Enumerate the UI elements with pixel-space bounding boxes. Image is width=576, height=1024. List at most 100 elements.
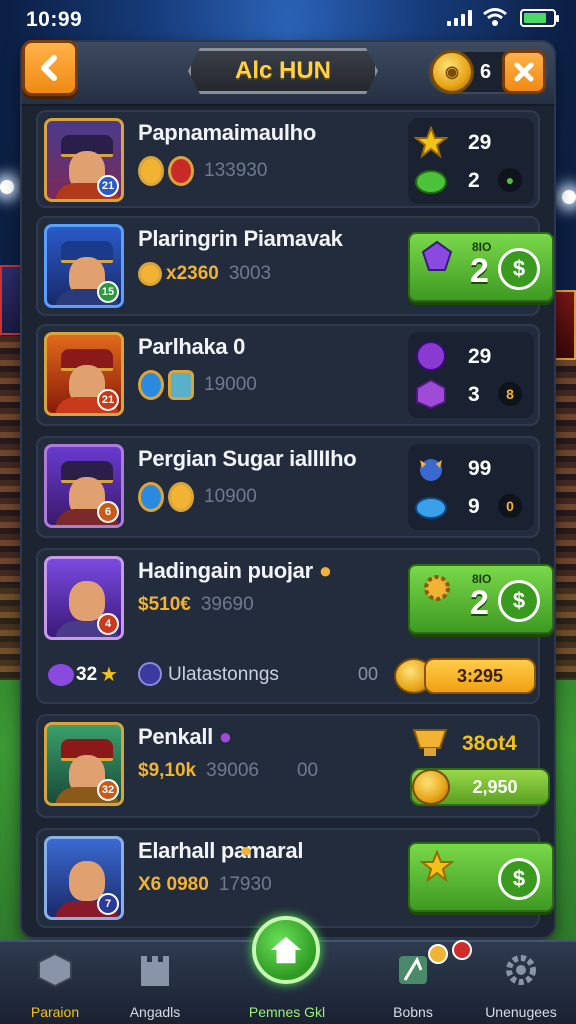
back-button[interactable] [22, 40, 78, 96]
claim-button[interactable]: 8IO 2 $ [408, 564, 554, 634]
buy-button[interactable]: 2,950 [410, 768, 550, 806]
reward-value: $510€ [138, 594, 191, 615]
dollar-icon: $ [498, 858, 540, 900]
player-sub: 133930 [138, 156, 267, 186]
gem-purple-icon [48, 664, 74, 686]
score-value: 10900 [204, 486, 257, 507]
stat-value: 3 [468, 383, 480, 406]
nav-item-paraion[interactable]: Paraion [0, 950, 110, 1022]
list-item[interactable]: 15 Plaringrin Piamavak x2360 3003 8IO 2 … [36, 216, 554, 316]
page-title: Alc HUN [234, 57, 331, 84]
star-icon: ★ [100, 664, 118, 686]
avatar: 4 [44, 556, 124, 640]
nav-item-unenugees[interactable]: Unenugees [466, 950, 576, 1022]
stat-value: 38ot4 [462, 732, 517, 755]
avatar: 21 [44, 118, 124, 202]
coin-count: 6 [480, 61, 492, 83]
claim-button[interactable]: $ [408, 842, 554, 912]
dollar-icon: $ [498, 580, 540, 622]
buy-button[interactable]: 3:295 [424, 658, 536, 694]
list-item[interactable]: 4 Hadingain puojar ● $510€ 39690 8IO 2 $… [36, 548, 554, 704]
cell-signal-icon [447, 10, 472, 26]
extra-label: Ulatastonngs [168, 664, 279, 685]
score-value: 17930 [218, 874, 272, 895]
list-item[interactable]: 32 Penkall ● $9,10k 39006 00 38ot4 2,950 [36, 714, 550, 818]
player-name: Parlhaka 0 [138, 334, 246, 359]
list-item[interactable]: 7 Elarhall pamaral ● X6 0980 17930 $ [36, 828, 554, 928]
info-badge[interactable]: 8 [498, 382, 522, 406]
reward-value: $9,10k [138, 760, 197, 781]
avatar: 21 [44, 332, 124, 416]
player-name: Penkall ● [138, 724, 232, 749]
orb-icon [138, 662, 162, 686]
info-badge[interactable]: ● [498, 168, 522, 192]
close-icon [514, 62, 534, 82]
cube-purple-icon [416, 378, 446, 410]
star-icon [414, 126, 448, 158]
medal-icon [168, 482, 194, 512]
medal-icon [138, 156, 164, 186]
castle-icon [141, 956, 169, 986]
coin-icon: ● [240, 840, 253, 862]
nav-item-bobns[interactable]: Bobns [358, 940, 472, 1022]
score-value: 39006 [206, 760, 259, 781]
dollar-icon: $ [498, 248, 540, 290]
claim-count: 2 [470, 584, 489, 622]
player-sub: 10900 [138, 482, 257, 512]
flag-icon [399, 956, 427, 984]
gear-icon [506, 955, 536, 985]
nav-label: Unenugees [485, 1004, 557, 1020]
creature-icon [420, 459, 442, 481]
avatar: 6 [44, 444, 124, 528]
stat-value: 29 [468, 345, 492, 368]
coin-icon: ● [318, 558, 332, 583]
stats-box: 29 3 8 [408, 332, 534, 418]
score-value: 133930 [204, 160, 268, 181]
player-name: Hadingain puojar ● [138, 558, 332, 583]
nav-item-angadls[interactable]: Angadls [100, 950, 210, 1022]
panel-header: Alc HUN ◉ 6 [22, 40, 554, 106]
title-plate: Alc HUN [188, 48, 378, 94]
stats-box: 99 9 0 [408, 444, 534, 530]
extra-count: 32 [76, 664, 98, 685]
player-sub: 19000 [138, 370, 257, 400]
wifi-icon [483, 8, 507, 26]
coin-icon: ◉ [430, 50, 474, 94]
chevron-left-icon [41, 55, 57, 81]
coin-balance: ◉ 6 [428, 50, 548, 94]
nav-label: Bobns [393, 1004, 433, 1020]
list-item[interactable]: 21 Papnamaimaulho 133930 29 2 ● [36, 110, 540, 208]
player-name: Papnamaimaulho [138, 120, 316, 145]
star-icon [420, 850, 454, 882]
avatar: 7 [44, 836, 124, 920]
close-button[interactable] [502, 50, 546, 94]
player-name: Elarhall pamaral [138, 838, 304, 863]
medal-icon [168, 156, 194, 186]
list-item[interactable]: 21 Parlhaka 0 19000 29 3 8 [36, 324, 540, 426]
info-badge[interactable]: 0 [498, 494, 522, 518]
stadium-light-icon [0, 180, 14, 194]
badge-icon [168, 370, 194, 400]
medal-icon [138, 482, 164, 512]
extra-mid: 00 [296, 760, 319, 781]
avatar: 32 [44, 722, 124, 806]
nav-label: Pemnes Gkl [248, 1004, 326, 1020]
player-name: Plaringrin Piamavak [138, 226, 343, 251]
battery-icon [520, 9, 559, 27]
claim-count: 2 [470, 252, 489, 290]
orb-purple-icon [416, 341, 446, 371]
stat-value: 29 [468, 131, 492, 154]
stat-value: 2 [468, 169, 480, 192]
claim-button[interactable]: 8IO 2 $ [408, 232, 554, 302]
stadium-light-icon [562, 190, 576, 204]
score-value: 19000 [204, 374, 257, 395]
nav-label: Paraion [30, 1004, 80, 1020]
player-sub: X6 0980 17930 [138, 874, 272, 896]
home-button[interactable] [252, 916, 320, 984]
notification-badge [428, 944, 448, 964]
list-item[interactable]: 6 Pergian Sugar iallIIho 10900 99 9 0 [36, 436, 540, 538]
stat-value: 9 [468, 495, 480, 518]
avatar: 15 [44, 224, 124, 308]
player-sub: $9,10k 39006 00 [138, 760, 318, 782]
home-icon [270, 936, 302, 964]
